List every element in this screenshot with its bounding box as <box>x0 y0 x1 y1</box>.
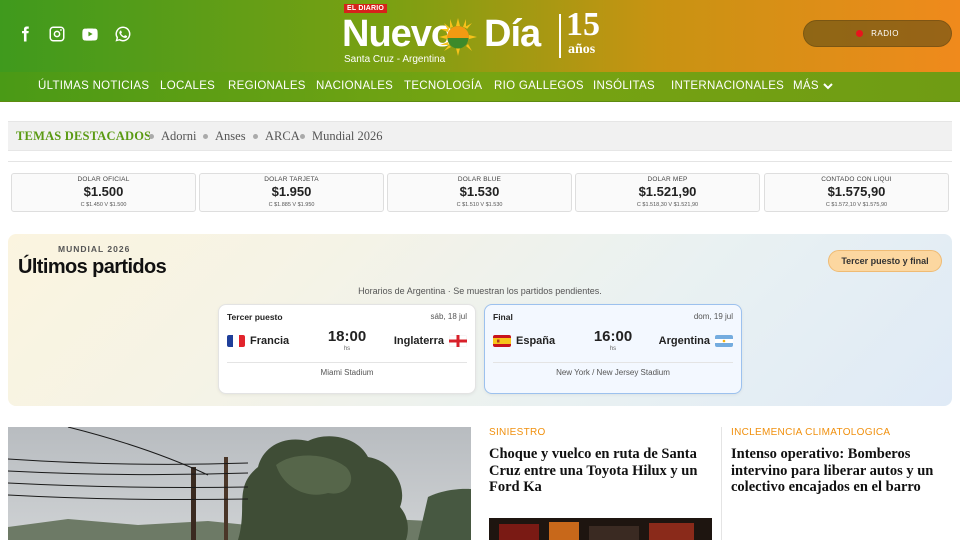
article-card[interactable]: SINIESTRO Choque y vuelco en ruta de San… <box>489 427 713 496</box>
rate-name: DOLAR MEP <box>647 176 688 183</box>
article-headline[interactable]: Choque y vuelco en ruta de Santa Cruz en… <box>489 446 713 496</box>
rate-value: $1.521,90 <box>638 184 697 199</box>
main-nav: ÚLTIMAS NOTICIAS LOCALES REGIONALES NACI… <box>0 72 960 102</box>
logo-eldiario: EL DIARIO <box>344 4 388 13</box>
topic-tag-label: ARCA <box>265 129 300 143</box>
logo-sun-icon <box>439 18 477 56</box>
chevron-down-icon <box>823 83 833 90</box>
nav-item-locales[interactable]: LOCALES <box>160 80 215 92</box>
nav-item-internacionales[interactable]: INTERNACIONALES <box>671 80 784 92</box>
stage-filter-button[interactable]: Tercer puesto y final <box>828 250 942 272</box>
match-phase: Tercer puesto <box>227 312 283 322</box>
rate-name: DOLAR BLUE <box>457 176 502 183</box>
site-logo[interactable]: EL DIARIO Nuevo Día Santa Cruz - Argenti… <box>342 2 614 70</box>
nav-item-insolitas[interactable]: INSÓLITAS <box>593 80 655 92</box>
away-team-name: Inglaterra <box>393 335 444 347</box>
topic-tag[interactable]: Mundial 2026 <box>300 129 382 144</box>
logo-name-right: Día <box>484 13 541 55</box>
rate-value: $1.950 <box>271 184 312 199</box>
rate-card[interactable]: DOLAR OFICIAL $1.500 C $1.450 V $1.500 <box>11 173 196 212</box>
rate-name: CONTADO CON LIQUI <box>821 176 892 183</box>
rate-value: $1.575,90 <box>827 184 886 199</box>
lead-article-photo[interactable] <box>8 427 471 540</box>
england-flag-icon <box>449 335 467 347</box>
radio-label: RADIO <box>871 29 899 38</box>
logo-anniversary-number: 15 <box>566 6 600 43</box>
rate-buy-sell: C $1.885 V $1.950 <box>268 202 315 208</box>
rate-name: DOLAR TARJETA <box>264 176 319 183</box>
logo-anniversary-word: años <box>568 42 596 57</box>
away-team: Argentina <box>659 335 733 347</box>
bullet-icon <box>203 134 208 139</box>
nav-item-rio-gallegos[interactable]: RIO GALLEGOS <box>494 80 584 92</box>
bullet-icon <box>300 134 305 139</box>
youtube-icon[interactable] <box>79 23 101 45</box>
mundial-matches-widget: MUNDIAL 2026 Últimos partidos Tercer pue… <box>8 234 952 406</box>
match-stadium: Miami Stadium <box>320 368 374 377</box>
match-stadium: New York / New Jersey Stadium <box>556 368 670 377</box>
column-divider <box>721 427 722 540</box>
widget-label: MUNDIAL 2026 <box>58 244 131 254</box>
nav-item-mas-label: MÁS <box>793 80 819 92</box>
exchange-rates: DOLAR OFICIAL $1.500 C $1.450 V $1.500 D… <box>11 173 949 212</box>
article-headline[interactable]: Intenso operativo: Bomberos intervino pa… <box>731 446 955 496</box>
rate-card[interactable]: DOLAR MEP $1.521,90 C $1.518,30 V $1.521… <box>575 173 760 212</box>
match-card[interactable]: Final dom, 19 jul España 16:00 hs Argent… <box>484 304 742 394</box>
topic-tag-label: Anses <box>215 129 246 143</box>
instagram-icon[interactable] <box>46 23 68 45</box>
rate-buy-sell: C $1.510 V $1.530 <box>456 202 503 208</box>
logo-name-left: Nuevo <box>342 13 454 55</box>
rate-buy-sell: C $1.518,30 V $1.521,90 <box>636 202 699 208</box>
topic-tag[interactable]: Anses <box>203 129 246 144</box>
nav-item-mas[interactable]: MÁS <box>793 80 833 92</box>
nav-item-nacionales[interactable]: NACIONALES <box>316 80 393 92</box>
article-thumbnail[interactable] <box>489 518 712 540</box>
rate-card[interactable]: DOLAR TARJETA $1.950 C $1.885 V $1.950 <box>199 173 384 212</box>
rate-card[interactable]: DOLAR BLUE $1.530 C $1.510 V $1.530 <box>387 173 572 212</box>
topic-tag-label: Adorni <box>161 129 197 143</box>
topic-tag-label: Mundial 2026 <box>312 129 383 143</box>
featured-topics-heading: TEMAS DESTACADOS <box>16 129 152 143</box>
bullet-icon <box>253 134 258 139</box>
nav-item-ultimas-noticias[interactable]: ÚLTIMAS NOTICIAS <box>38 80 149 92</box>
nav-item-regionales[interactable]: REGIONALES <box>228 80 306 92</box>
divider <box>8 161 952 162</box>
match-card[interactable]: Tercer puesto sáb, 18 jul Francia 18:00 … <box>218 304 476 394</box>
argentina-flag-icon <box>715 335 733 347</box>
away-team: Inglaterra <box>394 335 467 347</box>
match-date: sáb, 18 jul <box>430 312 467 321</box>
article-card[interactable]: INCLEMENCIA CLIMATOLOGICA Intenso operat… <box>731 427 955 496</box>
divider <box>493 362 733 363</box>
divider <box>227 362 467 363</box>
widget-note: Horarios de Argentina · Se muestran los … <box>358 286 602 296</box>
live-dot-icon <box>856 30 864 37</box>
facebook-icon[interactable] <box>14 23 36 45</box>
rate-value: $1.500 <box>83 184 124 199</box>
away-team-name: Argentina <box>658 335 710 347</box>
rate-name: DOLAR OFICIAL <box>77 176 130 183</box>
rate-buy-sell: C $1.450 V $1.500 <box>80 202 127 208</box>
rate-value: $1.530 <box>459 184 500 199</box>
rate-buy-sell: C $1.572,10 V $1.575,90 <box>825 202 888 208</box>
match-date: dom, 19 jul <box>693 312 733 321</box>
nav-item-tecnologia[interactable]: TECNOLOGÍA <box>404 80 482 92</box>
widget-title: Últimos partidos <box>18 256 167 278</box>
featured-topics-bar: TEMAS DESTACADOS Adorni Anses ARCA Mundi… <box>8 121 952 151</box>
article-category[interactable]: SINIESTRO <box>489 427 713 438</box>
logo-place: Santa Cruz - Argentina <box>344 54 446 65</box>
article-category[interactable]: INCLEMENCIA CLIMATOLOGICA <box>731 427 955 438</box>
bullet-icon <box>149 134 154 139</box>
topic-tag[interactable]: ARCA <box>253 129 300 144</box>
rate-card[interactable]: CONTADO CON LIQUI $1.575,90 C $1.572,10 … <box>764 173 949 212</box>
topic-tag[interactable]: Adorni <box>149 129 196 144</box>
radio-button[interactable]: RADIO <box>803 20 952 47</box>
logo-divider <box>559 14 561 58</box>
match-phase: Final <box>493 312 513 322</box>
site-header: EL DIARIO Nuevo Día Santa Cruz - Argenti… <box>0 0 960 72</box>
whatsapp-icon[interactable] <box>112 23 134 45</box>
